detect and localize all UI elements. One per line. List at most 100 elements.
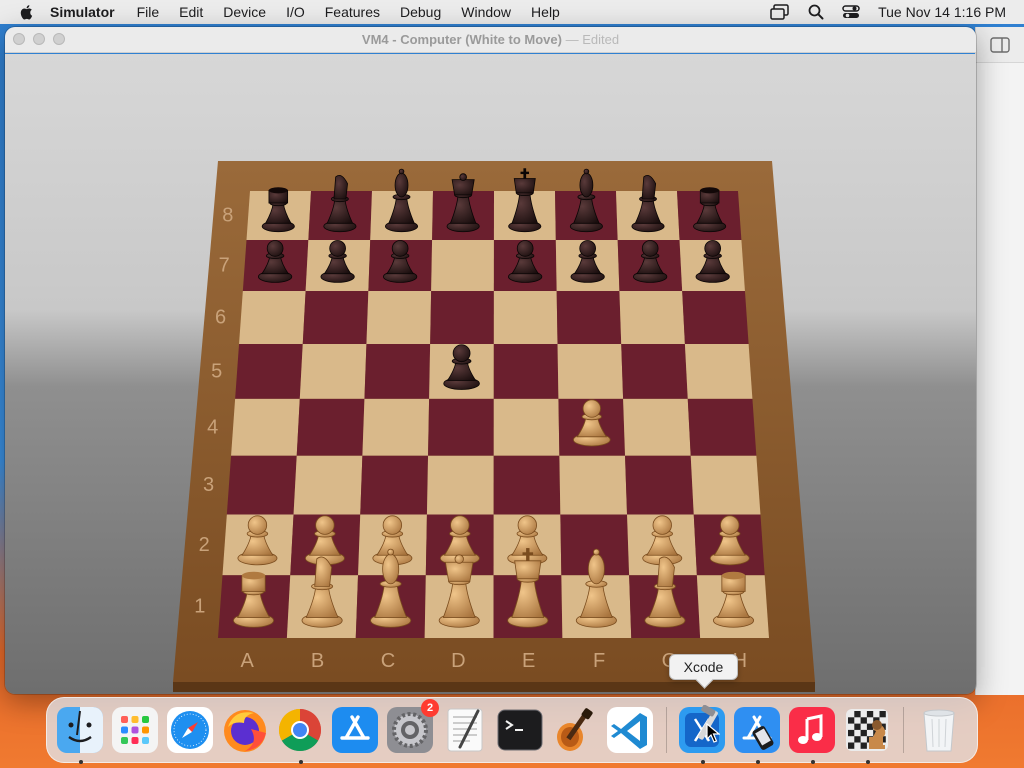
dock-app-store[interactable]: [330, 705, 380, 755]
zoom-button[interactable]: [53, 33, 65, 45]
square-g4[interactable]: [623, 398, 691, 456]
dock-chrome[interactable]: [275, 705, 325, 764]
dock-trash[interactable]: [914, 705, 964, 755]
square-c5[interactable]: [364, 343, 431, 399]
window-title: VM4 - Computer (White to Move) — Edited: [362, 32, 619, 47]
dock-separator: [903, 707, 904, 753]
control-center-icon[interactable]: [842, 4, 860, 20]
square-g6[interactable]: [619, 291, 685, 344]
garageband-icon: [557, 708, 593, 751]
square-g5[interactable]: [621, 343, 688, 399]
close-button[interactable]: [13, 33, 25, 45]
square-a6[interactable]: [239, 291, 306, 344]
simulator-icon: [734, 707, 780, 753]
chrome-icon: [278, 709, 322, 752]
dock-firefox[interactable]: [220, 705, 270, 755]
app-store-icon: [332, 707, 378, 753]
menu-bar: Simulator File Edit Device I/O Features …: [0, 0, 1024, 24]
rank-label: 7: [219, 255, 230, 277]
menu-device[interactable]: Device: [223, 4, 266, 20]
dock-terminal[interactable]: [495, 705, 545, 755]
rank-label: 5: [211, 360, 222, 382]
search-icon[interactable]: [808, 4, 824, 20]
square-b3[interactable]: [293, 455, 363, 515]
menu-file[interactable]: File: [137, 4, 160, 20]
rank-label: 1: [194, 596, 205, 618]
rank-label: 3: [203, 474, 214, 496]
dock-garageband[interactable]: [550, 705, 600, 755]
finder-icon: [57, 707, 103, 753]
menu-features[interactable]: Features: [325, 4, 380, 20]
window-titlebar[interactable]: VM4 - Computer (White to Move) — Edited: [5, 27, 976, 53]
board-frame-edge: [173, 682, 815, 692]
terminal-icon: [497, 709, 543, 751]
chess-window: VM4 - Computer (White to Move) — Edited: [5, 27, 976, 694]
running-indicator: [701, 760, 705, 764]
firefox-icon: [224, 710, 266, 752]
square-d4[interactable]: [428, 398, 494, 456]
square-f6[interactable]: [556, 291, 622, 344]
window-title-text: VM4 - Computer (White to Move): [361, 32, 562, 47]
notification-badge: 2: [421, 699, 439, 717]
square-e4[interactable]: [493, 398, 560, 456]
dock-vscode[interactable]: [605, 705, 655, 755]
launchpad-icon: [112, 707, 158, 753]
square-e6[interactable]: [493, 291, 558, 344]
square-c4[interactable]: [362, 398, 430, 456]
square-b4[interactable]: [296, 398, 365, 456]
square-f5[interactable]: [557, 343, 624, 399]
dock-simulator[interactable]: [732, 705, 782, 764]
square-e3[interactable]: [493, 455, 561, 515]
square-a5[interactable]: [235, 343, 303, 399]
sidebar-toggle-icon[interactable]: [990, 37, 1010, 53]
menu-window[interactable]: Window: [461, 4, 511, 20]
dock-textedit[interactable]: [440, 705, 490, 755]
rank-label: 2: [199, 534, 210, 556]
file-label: F: [593, 650, 605, 672]
menu-edit[interactable]: Edit: [179, 4, 203, 20]
square-h5[interactable]: [684, 343, 753, 399]
dock-chess[interactable]: [842, 705, 892, 764]
dock-separator: [666, 707, 667, 753]
square-g3[interactable]: [625, 455, 694, 515]
running-indicator: [299, 760, 303, 764]
chessboard[interactable]: 87654321ABCDEFGH: [5, 54, 976, 694]
square-a4[interactable]: [231, 398, 300, 456]
square-a3[interactable]: [226, 455, 297, 515]
square-b6[interactable]: [302, 291, 369, 344]
window-edited-label: — Edited: [561, 32, 620, 47]
square-h4[interactable]: [687, 398, 757, 456]
dock-safari[interactable]: [165, 705, 215, 755]
square-d7[interactable]: [431, 240, 494, 292]
dock-system-settings[interactable]: 2: [385, 699, 439, 755]
menu-io[interactable]: I/O: [286, 4, 305, 20]
running-indicator: [866, 760, 870, 764]
square-h6[interactable]: [682, 291, 749, 344]
square-d3[interactable]: [426, 455, 494, 515]
menu-clock[interactable]: Tue Nov 14 1:16 PM: [878, 4, 1006, 20]
menu-app-name[interactable]: Simulator: [50, 4, 115, 20]
rank-label: 4: [207, 416, 218, 438]
square-f3[interactable]: [559, 455, 628, 515]
square-c3[interactable]: [360, 455, 429, 515]
background-window-titlebar: [976, 27, 1024, 63]
display-icon[interactable]: [770, 4, 790, 20]
menu-debug[interactable]: Debug: [400, 4, 441, 20]
square-e5[interactable]: [493, 343, 559, 399]
apple-icon[interactable]: [18, 3, 36, 21]
square-h3[interactable]: [690, 455, 761, 515]
chess-scene[interactable]: 87654321ABCDEFGH: [5, 54, 976, 694]
file-label: E: [522, 650, 535, 672]
square-b5[interactable]: [299, 343, 367, 399]
square-c6[interactable]: [366, 291, 432, 344]
dock-launchpad[interactable]: [110, 705, 160, 755]
background-window[interactable]: [975, 27, 1024, 695]
dock-music[interactable]: [787, 705, 837, 764]
square-d6[interactable]: [430, 291, 494, 344]
file-label: A: [241, 650, 255, 672]
menu-help[interactable]: Help: [531, 4, 560, 20]
chess-icon: [846, 709, 888, 751]
dock-finder[interactable]: [55, 705, 105, 764]
running-indicator: [811, 760, 815, 764]
minimize-button[interactable]: [33, 33, 45, 45]
